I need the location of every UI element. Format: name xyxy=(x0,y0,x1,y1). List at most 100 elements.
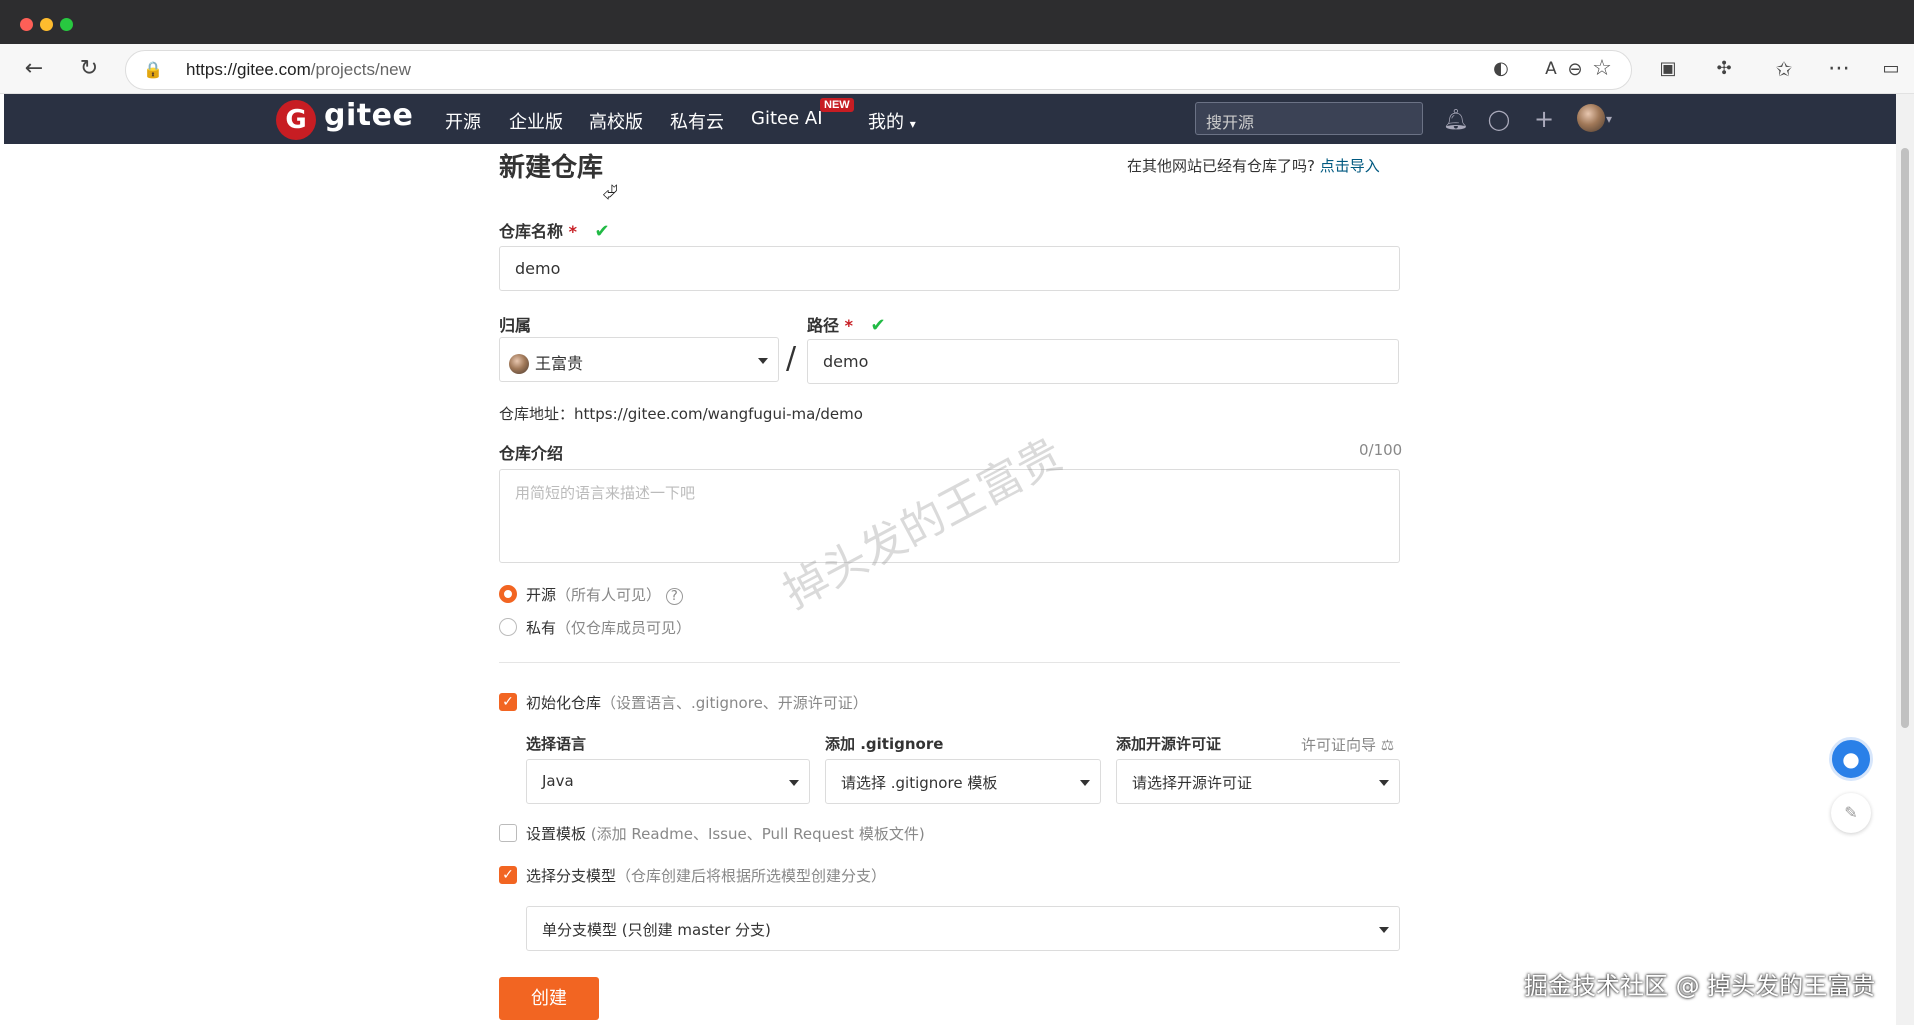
init-repo-hint: （设置语言、.gitignore、开源许可证） xyxy=(601,694,868,712)
branch-model-select[interactable]: 单分支模型 (只创建 master 分支) xyxy=(526,906,1400,951)
close-window-button[interactable] xyxy=(20,18,33,31)
chevron-down-icon xyxy=(789,780,799,786)
public-radio[interactable] xyxy=(499,585,517,603)
license-value: 请选择开源许可证 xyxy=(1132,774,1253,792)
chevron-down-icon xyxy=(1379,780,1389,786)
template-option[interactable]: 设置模板 (添加 Readme、Issue、Pull Request 模板文件) xyxy=(526,823,925,844)
repo-name-input[interactable]: demo xyxy=(499,246,1400,291)
init-repo-option[interactable]: 初始化仓库（设置语言、.gitignore、开源许可证） xyxy=(526,692,868,713)
reload-icon[interactable]: ↻ xyxy=(74,54,104,84)
intro-counter: 0/100 xyxy=(1359,441,1403,459)
browser-toolbar: ← ↻ 🔒 https://gitee.com/projects/new ⊖ ◐… xyxy=(0,44,1914,94)
divider xyxy=(499,662,1400,663)
public-label: 开源 xyxy=(526,586,557,604)
public-option[interactable]: 开源（所有人可见） ? xyxy=(526,584,683,605)
nav-mine[interactable]: 我的 ▾ xyxy=(868,108,916,134)
intro-label: 仓库介绍 xyxy=(499,444,564,463)
favorite-icon[interactable]: ☆ xyxy=(1587,54,1617,84)
repo-address: 仓库地址：https://gitee.com/wangfugui-ma/demo xyxy=(499,405,863,423)
branch-model-hint: （仓库创建后将根据所选模型创建分支） xyxy=(616,867,887,885)
import-prompt: 在其他网站已经有仓库了吗? 点击导入 xyxy=(1127,155,1380,176)
edge-icon[interactable]: ◐ xyxy=(1486,54,1516,84)
license-select[interactable]: 请选择开源许可证 xyxy=(1116,759,1400,804)
language-value: Java xyxy=(542,772,574,790)
owner-avatar xyxy=(509,354,529,374)
branch-model-checkbox[interactable]: ✓ xyxy=(499,866,517,884)
scale-icon: ⚖ xyxy=(1380,736,1395,754)
template-label: 设置模板 xyxy=(526,825,587,843)
lightbulb-icon[interactable]: ◯ xyxy=(1486,106,1512,132)
gitignore-value: 请选择 .gitignore 模板 xyxy=(841,774,998,792)
url-text: https://gitee.com/projects/new xyxy=(186,60,411,79)
puzzle-icon[interactable]: ✣ xyxy=(1709,54,1739,84)
language-select[interactable]: Java xyxy=(526,759,810,804)
nav-enterprise[interactable]: 企业版 xyxy=(509,108,563,134)
nav-mine-label: 我的 xyxy=(868,112,904,133)
check-icon: ✔ xyxy=(594,221,610,242)
chevron-down-icon xyxy=(1379,927,1389,933)
nav-open-source[interactable]: 开源 xyxy=(445,108,481,134)
branch-model-label: 选择分支模型 xyxy=(526,867,617,885)
license-guide-link[interactable]: 许可证向导 ⚖ xyxy=(1301,734,1394,755)
path-label: 路径 * ✔ xyxy=(807,315,886,336)
nav-private-cloud[interactable]: 私有云 xyxy=(670,108,724,134)
owner-path-separator: / xyxy=(786,341,797,376)
repo-name-label: 仓库名称 * ✔ xyxy=(499,221,610,242)
scroll-thumb[interactable] xyxy=(1901,148,1909,728)
minimize-window-button[interactable] xyxy=(40,18,53,31)
owner-label: 归属 xyxy=(499,316,532,335)
plus-icon[interactable]: + xyxy=(1531,106,1557,132)
avatar[interactable] xyxy=(1577,104,1605,132)
chat-bot-icon[interactable]: ● xyxy=(1829,737,1873,781)
public-hint: （所有人可见） xyxy=(556,586,662,604)
license-label: 添加开源许可证 xyxy=(1116,735,1222,753)
page-scrollbar[interactable] xyxy=(1896,94,1914,1025)
chevron-down-icon[interactable]: ▾ xyxy=(1602,106,1616,132)
private-label: 私有 xyxy=(526,619,557,637)
gitee-navbar: G gitee 开源 企业版 高校版 私有云 Gitee AI NEW 我的 ▾… xyxy=(4,94,1900,144)
mouse-cursor-icon: ⮰ xyxy=(602,180,618,204)
feedback-edit-icon[interactable]: ✎ xyxy=(1831,793,1871,833)
path-input[interactable]: demo xyxy=(807,339,1399,384)
import-question: 在其他网站已经有仓库了吗? xyxy=(1127,157,1315,175)
help-icon[interactable]: ? xyxy=(665,588,683,605)
owner-select[interactable]: 王富贵 xyxy=(499,337,779,382)
address-bar[interactable]: 🔒 https://gitee.com/projects/new ⊖ xyxy=(125,50,1632,90)
private-radio[interactable] xyxy=(499,618,517,636)
juejin-credit: 掘金技术社区 @ 掉头发的王富贵 xyxy=(1524,972,1876,1000)
import-link[interactable]: 点击导入 xyxy=(1320,157,1380,175)
license-guide-label: 许可证向导 xyxy=(1301,736,1377,754)
maximize-window-button[interactable] xyxy=(60,18,73,31)
gitee-logo-text[interactable]: gitee xyxy=(324,98,413,133)
private-hint: （仅仓库成员可见） xyxy=(556,619,692,637)
page-content: G gitee 开源 企业版 高校版 私有云 Gitee AI NEW 我的 ▾… xyxy=(0,94,1914,1025)
template-checkbox[interactable] xyxy=(499,824,517,842)
chevron-down-icon: ▾ xyxy=(909,117,916,131)
lock-icon[interactable]: 🔒 xyxy=(138,55,168,85)
extension-icon[interactable]: ▣ xyxy=(1653,54,1683,84)
branch-model-value: 单分支模型 (只创建 master 分支) xyxy=(542,921,771,939)
private-option[interactable]: 私有（仅仓库成员可见） xyxy=(526,617,691,638)
template-hint: (添加 Readme、Issue、Pull Request 模板文件) xyxy=(590,825,925,843)
nav-search-input[interactable]: 搜开源 xyxy=(1195,102,1423,135)
favorites-icon[interactable]: ✩ xyxy=(1769,54,1799,84)
language-label: 选择语言 xyxy=(526,735,587,753)
nav-university[interactable]: 高校版 xyxy=(589,108,643,134)
owner-value: 王富贵 xyxy=(535,354,584,373)
gitignore-select[interactable]: 请选择 .gitignore 模板 xyxy=(825,759,1101,804)
new-badge: NEW xyxy=(820,98,854,112)
gitee-logo-icon[interactable]: G xyxy=(276,100,316,140)
more-icon[interactable]: ⋯ xyxy=(1824,54,1854,84)
chevron-down-icon xyxy=(1080,780,1090,786)
check-icon: ✔ xyxy=(870,315,886,336)
sidebar-icon[interactable]: ▭ xyxy=(1876,54,1906,84)
branch-model-option[interactable]: 选择分支模型（仓库创建后将根据所选模型创建分支） xyxy=(526,865,886,886)
gitignore-label: 添加 .gitignore xyxy=(825,735,944,753)
create-button[interactable]: 创建 xyxy=(499,977,599,1020)
back-icon[interactable]: ← xyxy=(19,54,49,84)
nav-gitee-ai[interactable]: Gitee AI xyxy=(751,108,823,129)
bell-icon[interactable]: 🔔︎ xyxy=(1443,106,1469,132)
read-aloud-icon[interactable]: A xyxy=(1536,54,1566,84)
page-title: 新建仓库 xyxy=(499,153,604,183)
init-repo-checkbox[interactable]: ✓ xyxy=(499,693,517,711)
